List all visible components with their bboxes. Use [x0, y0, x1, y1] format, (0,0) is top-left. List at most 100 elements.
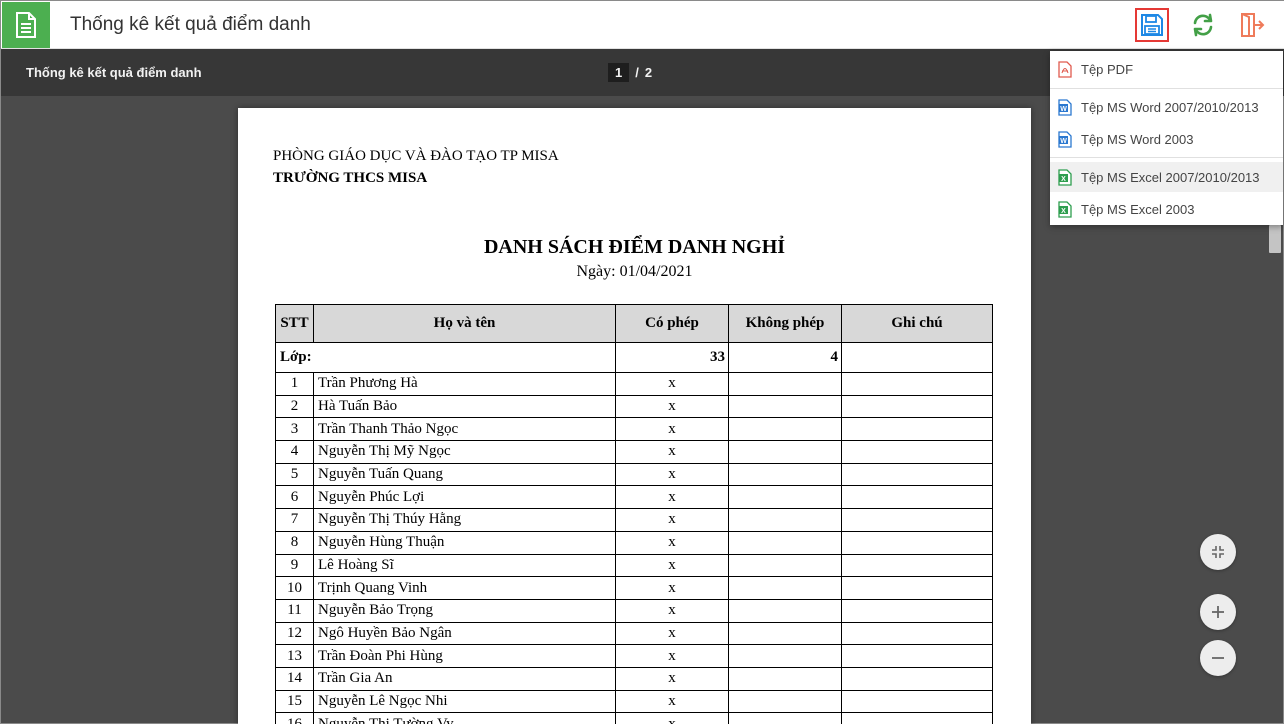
row-ghi-chu: [841, 394, 993, 419]
menu-item-label: Tệp MS Word 2003: [1081, 131, 1194, 147]
row-student-name: Nguyễn Thị Thúy Hằng: [313, 508, 616, 532]
current-page-input[interactable]: 1: [608, 63, 630, 82]
row-khong-phep: [728, 394, 842, 419]
zoom-out-icon: [1212, 657, 1224, 659]
table-row: 15 Nguyễn Lê Ngọc Nhi x: [275, 689, 993, 714]
pdf-file-icon: [1057, 60, 1073, 78]
school-name: TRƯỜNG THCS MISA: [273, 170, 428, 186]
row-student-name: Nguyễn Lê Ngọc Nhi: [313, 689, 616, 714]
row-student-name: Hà Tuấn Bảo: [313, 394, 616, 419]
row-khong-phep: [728, 621, 842, 646]
page-indicator: 1 / 2: [608, 63, 652, 82]
floppy-disk-icon: [1141, 14, 1163, 36]
row-stt: 8: [275, 530, 314, 555]
export-word-2003-item[interactable]: W Tệp MS Word 2003: [1050, 124, 1283, 154]
row-stt: 15: [275, 689, 314, 714]
scrollbar-thumb[interactable]: [1269, 225, 1281, 253]
row-student-name: Ngô Huyền Bảo Ngân: [313, 621, 616, 646]
row-khong-phep: [728, 576, 842, 600]
row-ghi-chu: [841, 644, 993, 668]
table-row: 12 Ngô Huyền Bảo Ngân x: [275, 621, 993, 646]
exit-button[interactable]: [1235, 8, 1269, 42]
row-student-name: Trần Gia An: [313, 666, 616, 691]
table-row: 1 Trần Phương Hà x: [275, 372, 993, 396]
menu-divider: [1050, 157, 1283, 158]
document-page: PHÒNG GIÁO DỤC VÀ ĐÀO TẠO TP MISA TRƯỜNG…: [238, 108, 1031, 724]
row-khong-phep: [728, 417, 842, 442]
row-ghi-chu: [841, 553, 993, 578]
menu-divider: [1050, 88, 1283, 89]
row-stt: 4: [275, 440, 314, 464]
refresh-button[interactable]: [1186, 8, 1220, 42]
row-ghi-chu: [841, 689, 993, 714]
row-co-phep: x: [615, 417, 729, 442]
row-co-phep: x: [615, 598, 729, 623]
table-row: 5 Nguyễn Tuấn Quang x: [275, 462, 993, 487]
table-row: 2 Hà Tuấn Bảo x: [275, 394, 993, 419]
row-co-phep: x: [615, 621, 729, 646]
column-header: Có phép: [615, 304, 729, 343]
fit-page-button[interactable]: [1200, 534, 1236, 570]
row-student-name: Lê Hoàng Sĩ: [313, 553, 616, 578]
table-row: 4 Nguyễn Thị Mỹ Ngọc x: [275, 440, 993, 464]
export-pdf-item[interactable]: Tệp PDF: [1050, 54, 1283, 84]
export-word-2007-item[interactable]: W Tệp MS Word 2007/2010/2013: [1050, 92, 1283, 122]
column-header: STT: [275, 304, 314, 343]
row-ghi-chu: [841, 530, 993, 555]
row-ghi-chu: [841, 508, 993, 532]
exit-icon: [1241, 13, 1265, 37]
attendance-table: STT Họ và tên Có phép Không phép Ghi chú…: [275, 304, 993, 724]
group-co-phep: 33: [615, 342, 729, 373]
table-row: 7 Nguyễn Thị Thúy Hằng x: [275, 508, 993, 532]
row-ghi-chu: [841, 598, 993, 623]
row-khong-phep: [728, 508, 842, 532]
row-khong-phep: [728, 598, 842, 623]
table-header-row: STT Họ và tên Có phép Không phép Ghi chú: [275, 304, 993, 343]
row-khong-phep: [728, 644, 842, 668]
row-student-name: Nguyễn Bảo Trọng: [313, 598, 616, 623]
row-student-name: Trần Đoàn Phi Hùng: [313, 644, 616, 668]
row-khong-phep: [728, 689, 842, 714]
table-row: 10 Trịnh Quang Vinh x: [275, 576, 993, 600]
export-excel-2003-item[interactable]: X Tệp MS Excel 2003: [1050, 194, 1283, 224]
export-excel-2007-item[interactable]: X Tệp MS Excel 2007/2010/2013: [1050, 162, 1283, 192]
refresh-icon: [1193, 13, 1213, 37]
page-title: Thống kê kết quả điểm danh: [70, 14, 311, 35]
row-student-name: Nguyễn Thị Tường Vy: [313, 712, 616, 724]
row-stt: 10: [275, 576, 314, 600]
report-name: Thống kê kết quả điểm danh: [26, 65, 202, 80]
table-row: 11 Nguyễn Bảo Trọng x: [275, 598, 993, 623]
app-header: Thống kê kết quả điểm danh: [1, 1, 1284, 49]
row-student-name: Trần Thanh Thảo Ngọc: [313, 417, 616, 442]
row-student-name: Trần Phương Hà: [313, 372, 616, 396]
group-khong-phep: 4: [728, 342, 842, 373]
row-khong-phep: [728, 530, 842, 555]
row-stt: 2: [275, 394, 314, 419]
column-header: Không phép: [728, 304, 842, 343]
zoom-in-button[interactable]: [1200, 594, 1236, 630]
svg-text:W: W: [1060, 105, 1067, 112]
row-co-phep: x: [615, 372, 729, 396]
row-stt: 11: [275, 598, 314, 623]
row-khong-phep: [728, 485, 842, 510]
row-student-name: Nguyễn Hùng Thuận: [313, 530, 616, 555]
row-stt: 7: [275, 508, 314, 532]
row-ghi-chu: [841, 440, 993, 464]
row-ghi-chu: [841, 712, 993, 724]
row-co-phep: x: [615, 712, 729, 724]
document-date: Ngày: 01/04/2021: [576, 263, 693, 280]
row-co-phep: x: [615, 462, 729, 487]
group-row: Lớp: 33 4: [275, 342, 993, 373]
row-stt: 3: [275, 417, 314, 442]
word-file-icon: W: [1057, 130, 1073, 148]
table-row: 6 Nguyễn Phúc Lợi x: [275, 485, 993, 510]
svg-text:X: X: [1061, 207, 1066, 214]
save-button[interactable]: [1135, 8, 1169, 42]
zoom-out-button[interactable]: [1200, 640, 1236, 676]
menu-item-label: Tệp MS Excel 2007/2010/2013: [1081, 169, 1260, 185]
row-ghi-chu: [841, 666, 993, 691]
column-header: Ghi chú: [841, 304, 993, 343]
page-separator: /: [635, 65, 639, 80]
row-student-name: Nguyễn Thị Mỹ Ngọc: [313, 440, 616, 464]
row-co-phep: x: [615, 508, 729, 532]
